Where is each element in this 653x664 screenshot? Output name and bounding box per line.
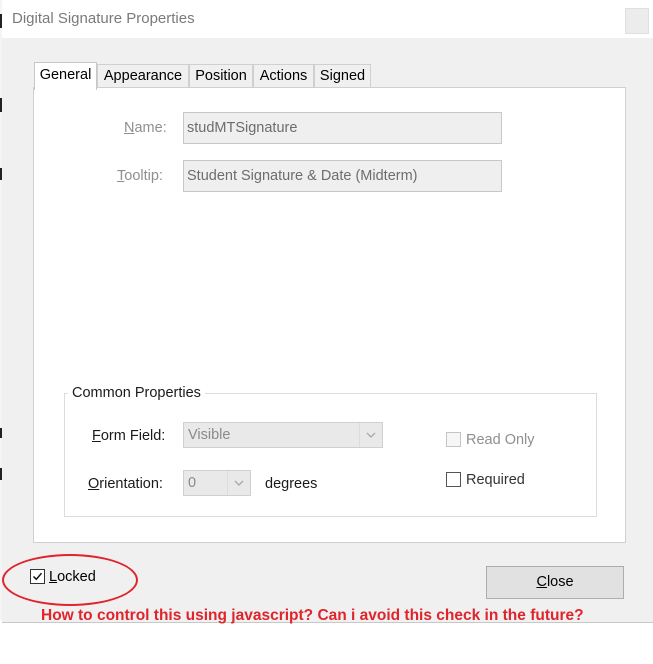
form-field-select[interactable]: Visible: [183, 422, 383, 448]
tab-general[interactable]: General: [34, 62, 97, 90]
name-field[interactable]: [183, 112, 502, 144]
required-checkbox[interactable]: [446, 472, 461, 487]
orientation-select[interactable]: 0: [183, 470, 251, 496]
close-button[interactable]: Close: [486, 566, 624, 599]
tooltip-label: Tooltip:: [117, 168, 163, 184]
tab-actions[interactable]: Actions: [253, 64, 314, 88]
orientation-unit: degrees: [265, 476, 318, 492]
title-close-button[interactable]: [625, 8, 649, 34]
tab-appearance[interactable]: Appearance: [97, 64, 189, 88]
tab-position[interactable]: Position: [189, 64, 253, 88]
digital-signature-properties-dialog: Digital Signature Properties General App…: [2, 0, 653, 623]
read-only-checkbox[interactable]: [446, 432, 461, 447]
tab-label: General: [39, 67, 92, 83]
form-field-label: Form Field:: [92, 428, 166, 444]
common-properties-group: [64, 393, 597, 517]
orientation-label: Orientation:: [88, 476, 163, 492]
tab-label: Actions: [259, 68, 308, 84]
window-title: Digital Signature Properties: [12, 10, 195, 27]
read-only-label: Read Only: [466, 432, 535, 448]
common-properties-title: Common Properties: [68, 385, 205, 401]
chevron-down-icon: [227, 471, 250, 495]
tab-label: Signed: [319, 68, 366, 84]
tab-label: Appearance: [103, 68, 183, 84]
form-field-value: Visible: [188, 427, 231, 443]
annotation-circle: [2, 554, 138, 606]
chevron-down-icon: [359, 423, 382, 447]
title-bar: Digital Signature Properties: [2, 0, 653, 38]
name-label: Name:: [124, 120, 167, 136]
required-label: Required: [466, 472, 525, 488]
orientation-value: 0: [188, 475, 197, 491]
tab-label: Position: [195, 68, 247, 84]
tab-signed[interactable]: Signed: [314, 64, 371, 88]
tooltip-field[interactable]: [183, 160, 502, 192]
annotation-text: How to control this using javascript? Ca…: [41, 607, 584, 624]
